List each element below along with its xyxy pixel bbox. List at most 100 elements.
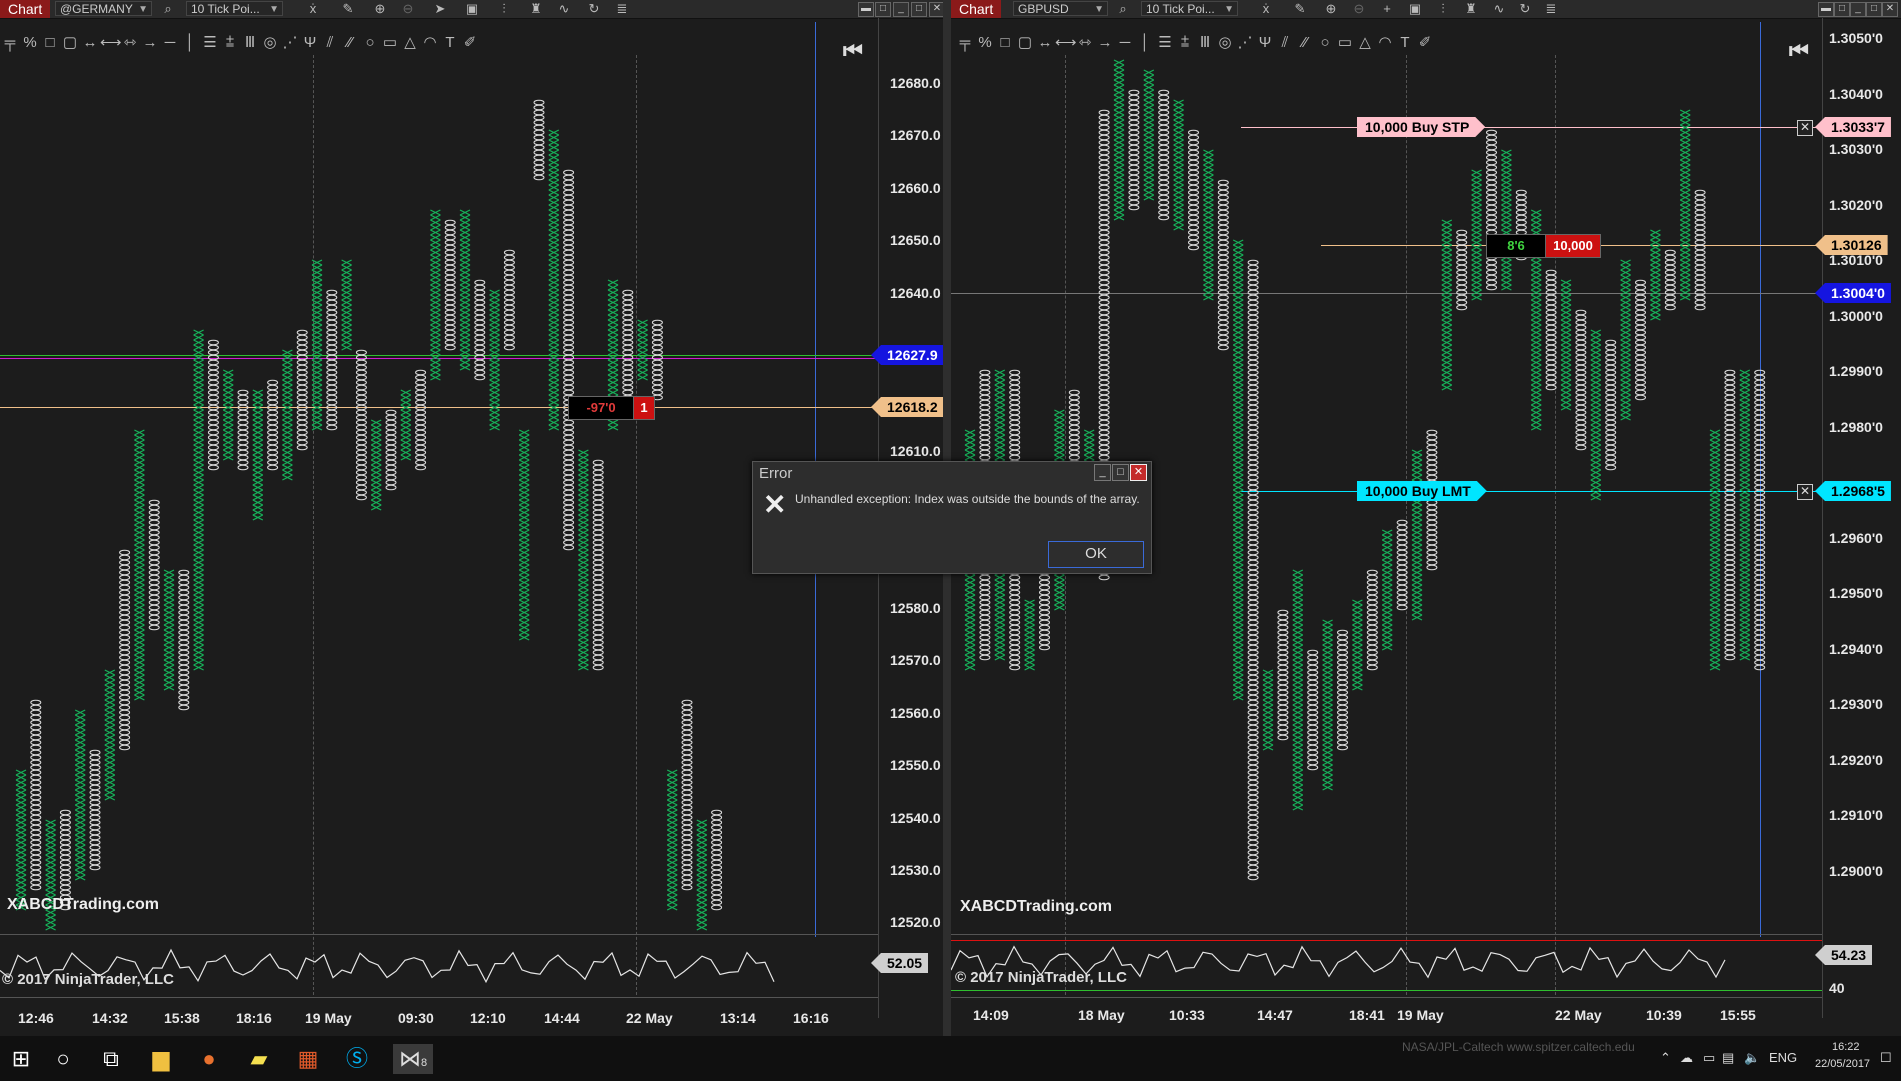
pnf-o-mark <box>563 169 575 176</box>
crosshair-icon[interactable]: + <box>1379 1 1395 17</box>
pnf-o-mark <box>415 389 427 396</box>
left-minimize-button[interactable]: _ <box>893 2 909 17</box>
pnf-o-mark <box>296 419 308 426</box>
pnf-o-mark <box>1486 224 1497 231</box>
pnf-o-mark <box>89 844 101 851</box>
zoom-in-icon[interactable]: ⊕ <box>1323 1 1339 17</box>
pnf-o-mark <box>563 229 575 236</box>
pnf-o-mark <box>681 859 693 866</box>
pnf-o-mark <box>1605 369 1617 376</box>
refresh-icon[interactable]: ↻ <box>1517 1 1533 17</box>
pnf-o-mark <box>1545 349 1557 356</box>
chart-style-icon[interactable]: ⫶ <box>1435 1 1451 17</box>
right-period-selector[interactable]: 10 Tick Poi... ▼ <box>1141 1 1238 16</box>
scale-icon[interactable]: ẋ <box>305 1 321 17</box>
pnf-o-mark <box>1426 514 1438 521</box>
pnf-o-mark <box>267 464 279 471</box>
search-icon[interactable]: ⌕ <box>1115 1 1131 17</box>
chart-style-icon[interactable]: ⫶ <box>496 1 512 17</box>
pnf-o-mark <box>1635 384 1646 391</box>
right-minimize-button[interactable]: _ <box>1850 2 1866 17</box>
pnf-o-mark <box>119 659 131 666</box>
zoom-in-icon[interactable]: ⊕ <box>372 1 388 17</box>
scale-icon[interactable]: ẋ <box>1258 1 1274 17</box>
pnf-o-mark <box>1545 314 1557 321</box>
pnf-o-mark <box>1575 399 1587 406</box>
pnf-o-mark <box>622 359 634 366</box>
pnf-o-mark <box>622 304 634 311</box>
pnf-o-mark <box>1694 209 1706 216</box>
pnf-o-mark <box>979 574 991 581</box>
left-instrument-selector[interactable]: @GERMANY ▼ <box>55 1 152 16</box>
left-min-button[interactable]: ▬ <box>858 2 874 17</box>
pnf-o-mark <box>563 489 575 496</box>
pnf-o-mark <box>1247 814 1259 821</box>
left-link-button[interactable]: □ <box>875 2 891 17</box>
right-maximize-button[interactable]: □ <box>1866 2 1882 17</box>
list-icon[interactable]: ≣ <box>1543 1 1559 17</box>
pnf-o-mark <box>1366 649 1378 656</box>
pnf-o-mark <box>296 369 308 376</box>
pnf-o-mark <box>651 329 663 336</box>
pnf-o-mark <box>1396 549 1408 556</box>
indicator-icon[interactable]: ∿ <box>1491 1 1507 17</box>
pnf-o-mark <box>1128 184 1140 191</box>
right-close-button[interactable]: ✕ <box>1882 2 1898 17</box>
pnf-o-mark <box>711 884 723 891</box>
pnf-o-mark <box>444 224 456 231</box>
pnf-o-mark <box>503 289 515 296</box>
left-position-pnl[interactable]: -97'0 <box>568 396 634 420</box>
pnf-o-mark <box>30 804 42 811</box>
pnf-o-mark <box>30 849 42 856</box>
pnf-o-mark <box>1456 294 1468 301</box>
pencil-icon[interactable]: ✎ <box>1292 1 1308 17</box>
right-link-button[interactable]: □ <box>1834 2 1850 17</box>
zoom-out-icon[interactable]: ⊖ <box>400 1 416 17</box>
pnf-o-mark <box>1247 399 1259 406</box>
pnf-o-mark <box>474 319 486 326</box>
pnf-o-mark <box>385 459 397 466</box>
pnf-o-mark <box>355 494 367 501</box>
pnf-o-mark <box>415 424 427 431</box>
y-tick-label: 12550.0 <box>890 757 941 773</box>
pnf-o-mark <box>1217 344 1229 351</box>
strategy-icon[interactable]: ♜ <box>1463 1 1479 17</box>
cursor-icon[interactable]: ➤ <box>432 1 448 17</box>
pnf-o-mark <box>296 344 308 351</box>
pnf-o-mark <box>385 434 397 441</box>
indicator-icon[interactable]: ∿ <box>556 1 572 17</box>
pnf-o-mark <box>1337 724 1348 731</box>
left-chart-tab[interactable]: Chart <box>0 0 51 18</box>
right-instrument-selector[interactable]: GBPUSD ▼ <box>1013 1 1108 16</box>
search-icon[interactable]: ⌕ <box>160 1 176 17</box>
properties-icon[interactable]: ▣ <box>1407 1 1423 17</box>
pnf-o-mark <box>1247 429 1259 436</box>
pnf-o-mark <box>237 414 249 421</box>
pnf-o-mark <box>30 699 42 706</box>
pnf-o-mark <box>1009 659 1021 666</box>
pnf-o-mark <box>1724 634 1736 641</box>
pnf-o-mark <box>1307 674 1319 681</box>
left-period-selector[interactable]: 10 Tick Poi... ▼ <box>186 1 283 16</box>
strategy-icon[interactable]: ♜ <box>528 1 544 17</box>
pnf-o-mark <box>1337 679 1348 686</box>
x-tick-label: 09:30 <box>398 1010 434 1026</box>
right-chart-tab[interactable]: Chart <box>951 0 1002 18</box>
pnf-o-mark <box>592 589 604 596</box>
pnf-o-mark <box>1515 219 1527 226</box>
properties-icon[interactable]: ▣ <box>464 1 480 17</box>
pnf-o-mark <box>1724 399 1736 406</box>
left-period-label: 10 Tick Poi... <box>191 2 260 16</box>
left-position-qty[interactable]: 1 <box>633 396 655 420</box>
list-icon[interactable]: ≣ <box>614 1 630 17</box>
pnf-o-mark <box>1456 254 1468 261</box>
left-maximize-button[interactable]: □ <box>911 2 927 17</box>
pnf-o-mark <box>1098 244 1110 251</box>
pnf-o-mark <box>1426 559 1438 566</box>
pnf-o-mark <box>1128 204 1140 211</box>
right-min-button[interactable]: ▬ <box>1818 2 1834 17</box>
zoom-out-icon[interactable]: ⊖ <box>1351 1 1367 17</box>
pencil-icon[interactable]: ✎ <box>340 1 356 17</box>
pnf-o-mark <box>1068 434 1080 441</box>
refresh-icon[interactable]: ↻ <box>586 1 602 17</box>
